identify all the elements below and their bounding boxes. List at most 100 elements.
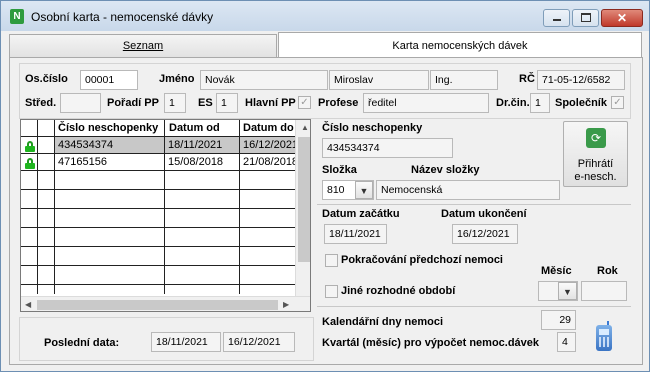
- scroll-up-icon[interactable]: ▲: [301, 123, 309, 132]
- grid-row-line: [21, 153, 295, 154]
- datum-ukonceni-field[interactable]: 16/12/2021: [452, 224, 518, 244]
- hlavni-pp-label: Hlavní PP: [245, 97, 296, 109]
- close-button[interactable]: ✕: [601, 9, 643, 27]
- scroll-thumb[interactable]: [37, 300, 278, 310]
- kvartal-label: Kvartál (měsíc) pro výpočet nemoc.dávek: [322, 337, 540, 349]
- cislo-neschopenky-field[interactable]: 434534374: [322, 138, 453, 158]
- grid-row-line: [21, 265, 295, 266]
- prihrati-label: Přihrátí e-nesch.: [574, 158, 617, 183]
- prijmeni-field[interactable]: Novák: [200, 70, 328, 90]
- mesic-label: Měsíc: [541, 265, 572, 277]
- profese-label: Profese: [318, 97, 359, 109]
- poradi-pp-field[interactable]: 1: [164, 93, 186, 113]
- scroll-thumb[interactable]: [298, 137, 310, 262]
- stred-field[interactable]: [60, 93, 101, 113]
- column-header-datum-do[interactable]: Datum do: [243, 122, 294, 134]
- row-cislo[interactable]: 47165156: [58, 156, 107, 168]
- posledni-od-field[interactable]: 18/11/2021: [151, 332, 221, 352]
- tab-karta-nemocenskych-davek[interactable]: Karta nemocenských dávek: [278, 32, 642, 58]
- nazev-slozky-label: Název složky: [411, 164, 480, 176]
- column-header-datum-od[interactable]: Datum od: [169, 122, 220, 134]
- close-icon: ✕: [616, 11, 628, 25]
- row-datum-od[interactable]: 15/08/2018: [168, 156, 223, 168]
- divider: [317, 306, 631, 307]
- unlocked-icon: [25, 158, 35, 169]
- row-datum-od[interactable]: 18/11/2021: [168, 139, 222, 151]
- jine-obdobi-checkbox[interactable]: [325, 285, 338, 298]
- row-datum-do[interactable]: 16/12/2021: [243, 139, 298, 151]
- window-title: Osobní karta - nemocenské dávky: [31, 10, 214, 24]
- grid-row-line: [21, 227, 295, 228]
- dr-cin-field[interactable]: 1: [530, 93, 550, 113]
- grid-col-line: [239, 120, 240, 294]
- divider: [317, 204, 631, 205]
- poradi-pp-label: Pořadí PP: [107, 97, 159, 109]
- kalendarni-dny-label: Kalendářní dny nemoci: [322, 316, 444, 328]
- grid-row-line: [21, 208, 295, 209]
- grid-row-line: [21, 246, 295, 247]
- mobile-phone-icon[interactable]: [595, 321, 613, 351]
- grid-col-line: [54, 120, 55, 294]
- titul-field[interactable]: Ing.: [430, 70, 498, 90]
- mesic-dropdown-button[interactable]: ▼: [558, 282, 577, 300]
- grid-row-line: [21, 136, 295, 137]
- app-icon: N: [10, 9, 24, 24]
- jine-obdobi-label: Jiné rozhodné období: [341, 285, 456, 297]
- rok-label: Rok: [597, 265, 618, 277]
- grid-col-line: [37, 120, 38, 294]
- rok-field[interactable]: [581, 281, 627, 301]
- minimize-button[interactable]: [543, 9, 570, 27]
- tab-seznam[interactable]: Seznam: [9, 34, 277, 57]
- maximize-icon: [581, 13, 591, 22]
- maximize-button[interactable]: [572, 9, 599, 27]
- grid-row-line: [21, 189, 295, 190]
- prihrati-e-nesch-button[interactable]: ⟳ Přihrátí e-nesch.: [563, 121, 628, 187]
- kalendarni-dny-field[interactable]: 29: [541, 310, 576, 330]
- grid-row-line: [21, 170, 295, 171]
- column-header-cislo[interactable]: Číslo neschopenky: [58, 122, 158, 134]
- posledni-data-label: Poslední data:: [44, 337, 120, 349]
- scroll-right-icon[interactable]: ▶: [283, 300, 289, 309]
- tab-karta-label: Karta nemocenských dávek: [392, 40, 528, 52]
- title-bar[interactable]: N Osobní karta - nemocenské dávky ✕: [1, 1, 649, 31]
- datum-ukonceni-label: Datum ukončení: [441, 208, 527, 220]
- posledni-do-field[interactable]: 16/12/2021: [223, 332, 295, 352]
- tab-seznam-label: Seznam: [122, 40, 164, 52]
- row-datum-do[interactable]: 21/08/2018: [243, 156, 298, 168]
- slozka-dropdown-button[interactable]: ▼: [355, 181, 373, 199]
- row-cislo[interactable]: 434534374: [58, 139, 113, 151]
- grid-col-line: [164, 120, 165, 294]
- es-label: ES: [198, 97, 213, 109]
- scroll-left-icon[interactable]: ◀: [25, 300, 31, 309]
- neschopenky-table[interactable]: Číslo neschopenky Datum od Datum do 4345…: [20, 119, 311, 312]
- os-cislo-field[interactable]: 00001: [80, 70, 138, 90]
- datum-zacatku-label: Datum začátku: [322, 208, 400, 220]
- es-field[interactable]: 1: [216, 93, 238, 113]
- os-cislo-label: Os.číslo: [25, 73, 68, 85]
- datum-zacatku-field[interactable]: 18/11/2021: [324, 224, 387, 244]
- pokracovani-checkbox[interactable]: [325, 254, 338, 267]
- spolecnik-checkbox[interactable]: ✓: [611, 96, 624, 109]
- chevron-down-icon: ▼: [359, 186, 369, 196]
- rc-label: RČ: [519, 73, 535, 85]
- kvartal-field[interactable]: 4: [557, 332, 576, 352]
- jmeno-field[interactable]: Miroslav: [329, 70, 429, 90]
- pokracovani-label: Pokračování předchozí nemoci: [341, 254, 503, 266]
- hlavni-pp-checkbox[interactable]: ✓: [298, 96, 311, 109]
- cislo-neschopenky-label: Číslo neschopenky: [322, 122, 423, 134]
- dr-cin-label: Dr.čin.: [496, 97, 530, 109]
- horizontal-scrollbar[interactable]: ◀ ▶: [21, 296, 310, 311]
- profese-field[interactable]: ředitel: [363, 93, 489, 113]
- spolecnik-label: Společník: [555, 97, 607, 109]
- nazev-slozky-field[interactable]: Nemocenská: [376, 180, 560, 200]
- jmeno-label: Jméno: [159, 73, 195, 85]
- rc-field[interactable]: 71-05-12/6582: [537, 70, 625, 90]
- minimize-icon: [553, 19, 561, 21]
- chevron-down-icon: ▼: [563, 287, 572, 297]
- sync-icon: ⟳: [586, 128, 606, 148]
- stred-label: Střed.: [25, 97, 57, 109]
- main-window: N Osobní karta - nemocenské dávky ✕ Sezn…: [0, 0, 650, 372]
- vertical-scrollbar[interactable]: ▲: [295, 120, 310, 296]
- grid-row-line: [21, 284, 295, 285]
- unlocked-icon: [25, 141, 35, 152]
